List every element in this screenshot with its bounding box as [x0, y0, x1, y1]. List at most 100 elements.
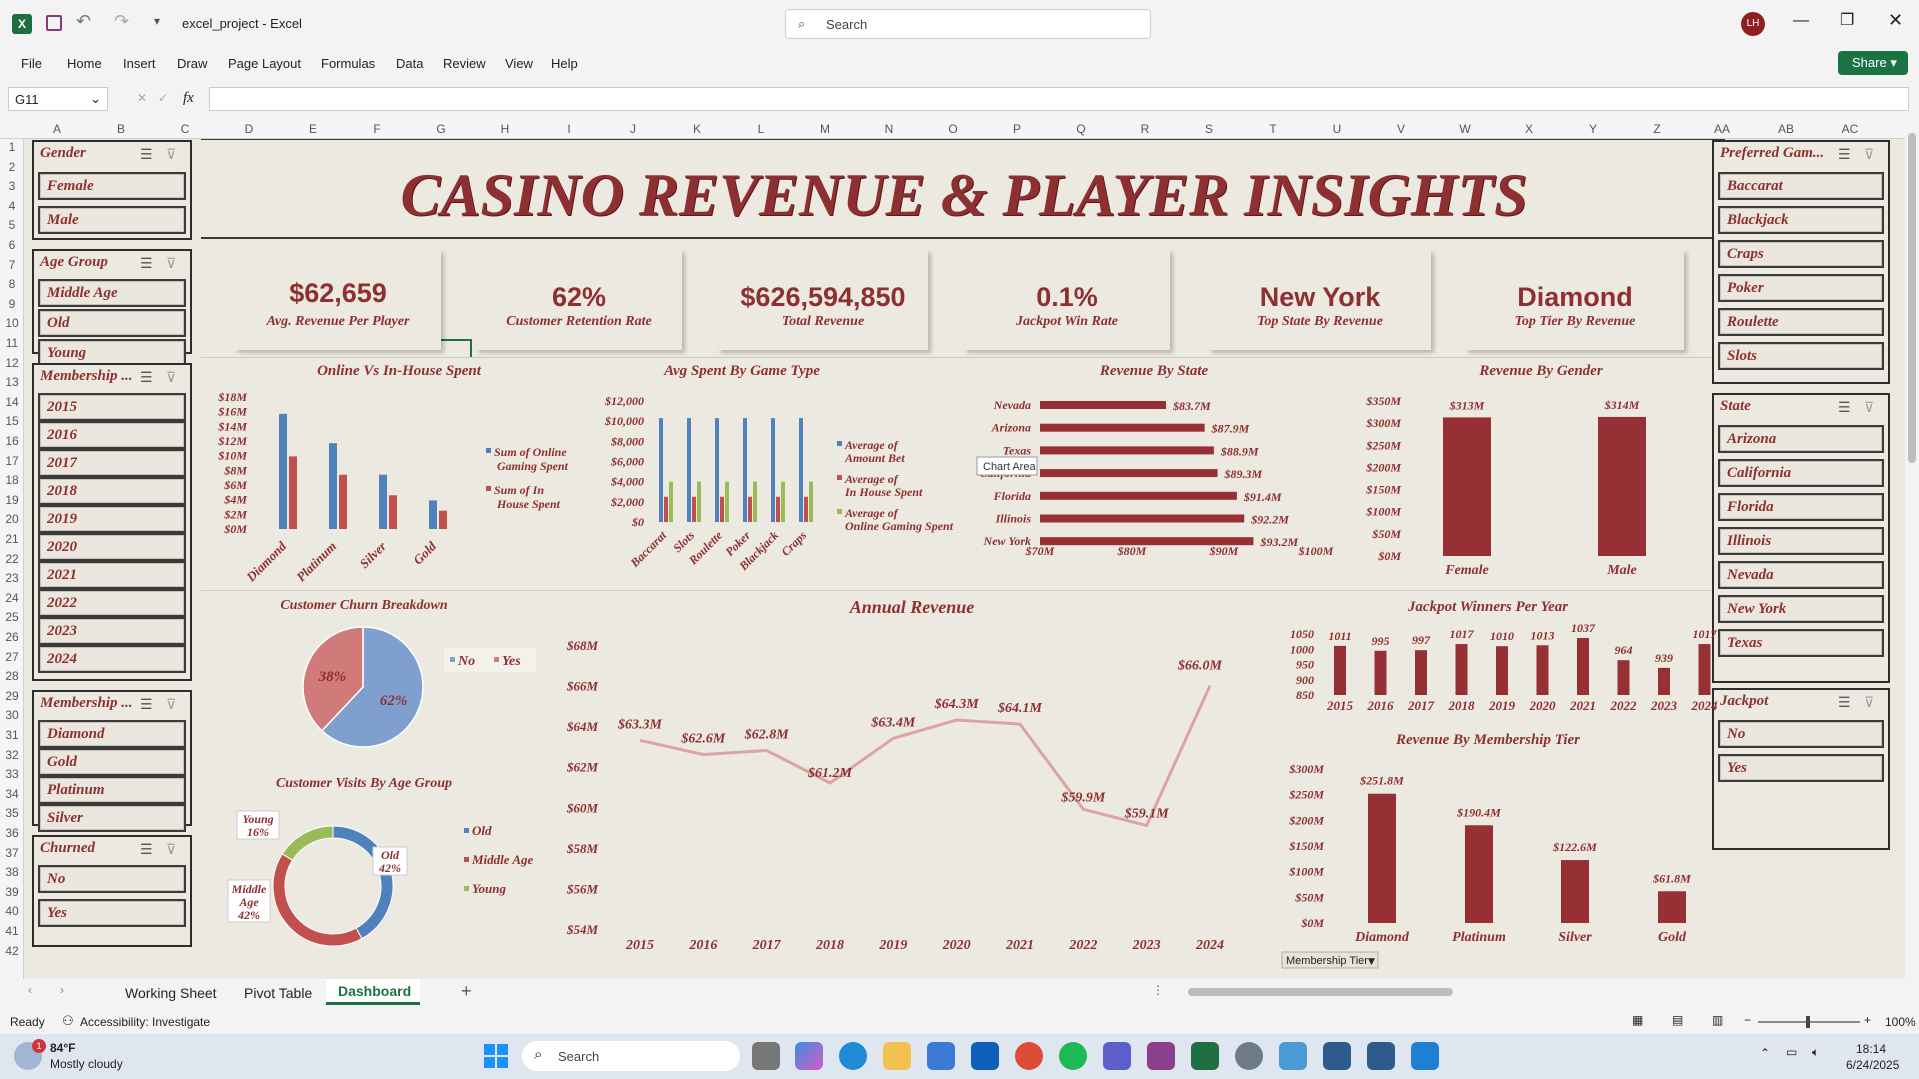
- bar[interactable]: [329, 443, 337, 529]
- zoom-slider[interactable]: [1758, 1016, 1860, 1028]
- column-header[interactable]: J: [623, 122, 643, 136]
- row-header[interactable]: 38: [0, 865, 24, 879]
- row-header[interactable]: 16: [0, 434, 24, 448]
- slicer-item[interactable]: Yes: [1718, 754, 1884, 782]
- bar[interactable]: [771, 418, 775, 522]
- clear-filter-icon[interactable]: ⊽: [1864, 694, 1874, 711]
- bar[interactable]: [1040, 491, 1237, 500]
- share-button[interactable]: Share ▾: [1838, 51, 1908, 75]
- menu-formulas[interactable]: Formulas: [321, 56, 375, 71]
- column-header[interactable]: V: [1391, 122, 1411, 136]
- row-header[interactable]: 3: [0, 179, 24, 193]
- bar[interactable]: [1334, 645, 1346, 695]
- slicer-item[interactable]: Slots: [1718, 342, 1884, 370]
- bar[interactable]: [776, 496, 780, 522]
- row-header[interactable]: 39: [0, 885, 24, 899]
- close-icon[interactable]: ✕: [1888, 10, 1903, 31]
- bar[interactable]: [1040, 469, 1218, 478]
- slicer-item[interactable]: Blackjack: [1718, 206, 1884, 234]
- chart-jackpot-winners[interactable]: Jackpot Winners Per Year 10501000 95090085…: [1272, 593, 1722, 723]
- menu-file[interactable]: File: [21, 56, 42, 71]
- page-break-view-icon[interactable]: ▥: [1712, 1013, 1723, 1027]
- slicer-item[interactable]: Middle Age: [38, 279, 186, 307]
- slicer-item[interactable]: 2017: [38, 449, 186, 477]
- column-header[interactable]: Q: [1071, 122, 1091, 136]
- excel-taskbar-icon[interactable]: [1191, 1042, 1219, 1070]
- slicer-item[interactable]: California: [1718, 459, 1884, 487]
- bar[interactable]: [664, 496, 668, 522]
- bar[interactable]: [1455, 644, 1468, 695]
- chrome-icon[interactable]: [1015, 1042, 1043, 1070]
- slicer-item[interactable]: 2022: [38, 589, 186, 617]
- file-explorer-icon[interactable]: [883, 1042, 911, 1070]
- tab-scroll-right-icon[interactable]: ›: [60, 983, 64, 997]
- bar[interactable]: [1658, 667, 1670, 695]
- column-header[interactable]: C: [175, 122, 195, 136]
- column-header[interactable]: AA: [1712, 122, 1732, 136]
- chart-online-vs-inhouse[interactable]: Online Vs In-House Spent $18M$16M$14M$12M…: [214, 359, 589, 585]
- chart-revenue-by-gender[interactable]: Revenue By Gender $350M $300M $250M $200M $15…: [1351, 359, 1721, 584]
- snipping-tool-icon[interactable]: [1147, 1042, 1175, 1070]
- bar[interactable]: [715, 418, 719, 522]
- row-header[interactable]: 4: [0, 199, 24, 213]
- row-header[interactable]: 23: [0, 571, 24, 585]
- slicer-item[interactable]: Roulette: [1718, 308, 1884, 336]
- add-sheet-icon[interactable]: +: [461, 981, 472, 1002]
- column-header[interactable]: G: [431, 122, 451, 136]
- row-header[interactable]: 1: [0, 140, 24, 154]
- customize-quick-access-icon[interactable]: ▾: [154, 14, 160, 28]
- slicer-item[interactable]: Silver: [38, 804, 186, 832]
- normal-view-icon[interactable]: ▦: [1632, 1013, 1643, 1027]
- row-header[interactable]: 36: [0, 826, 24, 840]
- row-header[interactable]: 34: [0, 787, 24, 801]
- confirm-formula-icon[interactable]: ✓: [158, 91, 168, 105]
- row-header[interactable]: 26: [0, 630, 24, 644]
- slicer-item[interactable]: 2018: [38, 477, 186, 505]
- bar[interactable]: [1465, 825, 1493, 923]
- bar[interactable]: [389, 495, 397, 529]
- name-box[interactable]: G11 ⌄: [8, 87, 108, 111]
- bar[interactable]: [753, 481, 757, 522]
- row-header[interactable]: 41: [0, 924, 24, 938]
- zoom-level[interactable]: 100%: [1885, 1015, 1916, 1029]
- spotify-icon[interactable]: [1059, 1042, 1087, 1070]
- menu-insert[interactable]: Insert: [123, 56, 156, 71]
- bar[interactable]: [1698, 644, 1711, 695]
- bar[interactable]: [692, 496, 696, 522]
- clear-filter-icon[interactable]: ⊽: [166, 369, 176, 386]
- revenue-line[interactable]: [639, 684, 1212, 828]
- row-header[interactable]: 19: [0, 493, 24, 507]
- row-header[interactable]: 27: [0, 650, 24, 664]
- bar[interactable]: [669, 481, 673, 522]
- zoom-in-icon[interactable]: +: [1864, 1013, 1871, 1027]
- bar[interactable]: [1577, 637, 1589, 695]
- column-header[interactable]: Y: [1583, 122, 1603, 136]
- app-icon[interactable]: [1279, 1042, 1307, 1070]
- scrollbar-thumb[interactable]: [1188, 988, 1453, 996]
- row-header[interactable]: 28: [0, 669, 24, 683]
- column-header[interactable]: U: [1327, 122, 1347, 136]
- row-header[interactable]: 7: [0, 258, 24, 272]
- slicer-item[interactable]: 2020: [38, 533, 186, 561]
- bar[interactable]: [725, 481, 729, 522]
- bar[interactable]: [429, 500, 437, 529]
- slicer-item[interactable]: Florida: [1718, 493, 1884, 521]
- column-header[interactable]: F: [367, 122, 387, 136]
- row-header[interactable]: 15: [0, 414, 24, 428]
- bar[interactable]: [1040, 446, 1214, 455]
- row-header[interactable]: 13: [0, 375, 24, 389]
- network-icon[interactable]: ▭: [1786, 1045, 1797, 1059]
- column-header[interactable]: P: [1007, 122, 1027, 136]
- bar[interactable]: [1658, 891, 1686, 923]
- menu-page-layout[interactable]: Page Layout: [228, 56, 301, 71]
- redo-icon[interactable]: ↷: [114, 11, 129, 32]
- row-header[interactable]: 17: [0, 454, 24, 468]
- bar[interactable]: [279, 413, 287, 529]
- bar[interactable]: [809, 481, 813, 522]
- bar[interactable]: [1040, 514, 1245, 523]
- row-header[interactable]: 30: [0, 708, 24, 722]
- slicer-item[interactable]: Baccarat: [1718, 172, 1884, 200]
- avatar[interactable]: LH: [1741, 12, 1765, 36]
- bar[interactable]: [1536, 645, 1549, 695]
- slicer-item[interactable]: 2015: [38, 393, 186, 421]
